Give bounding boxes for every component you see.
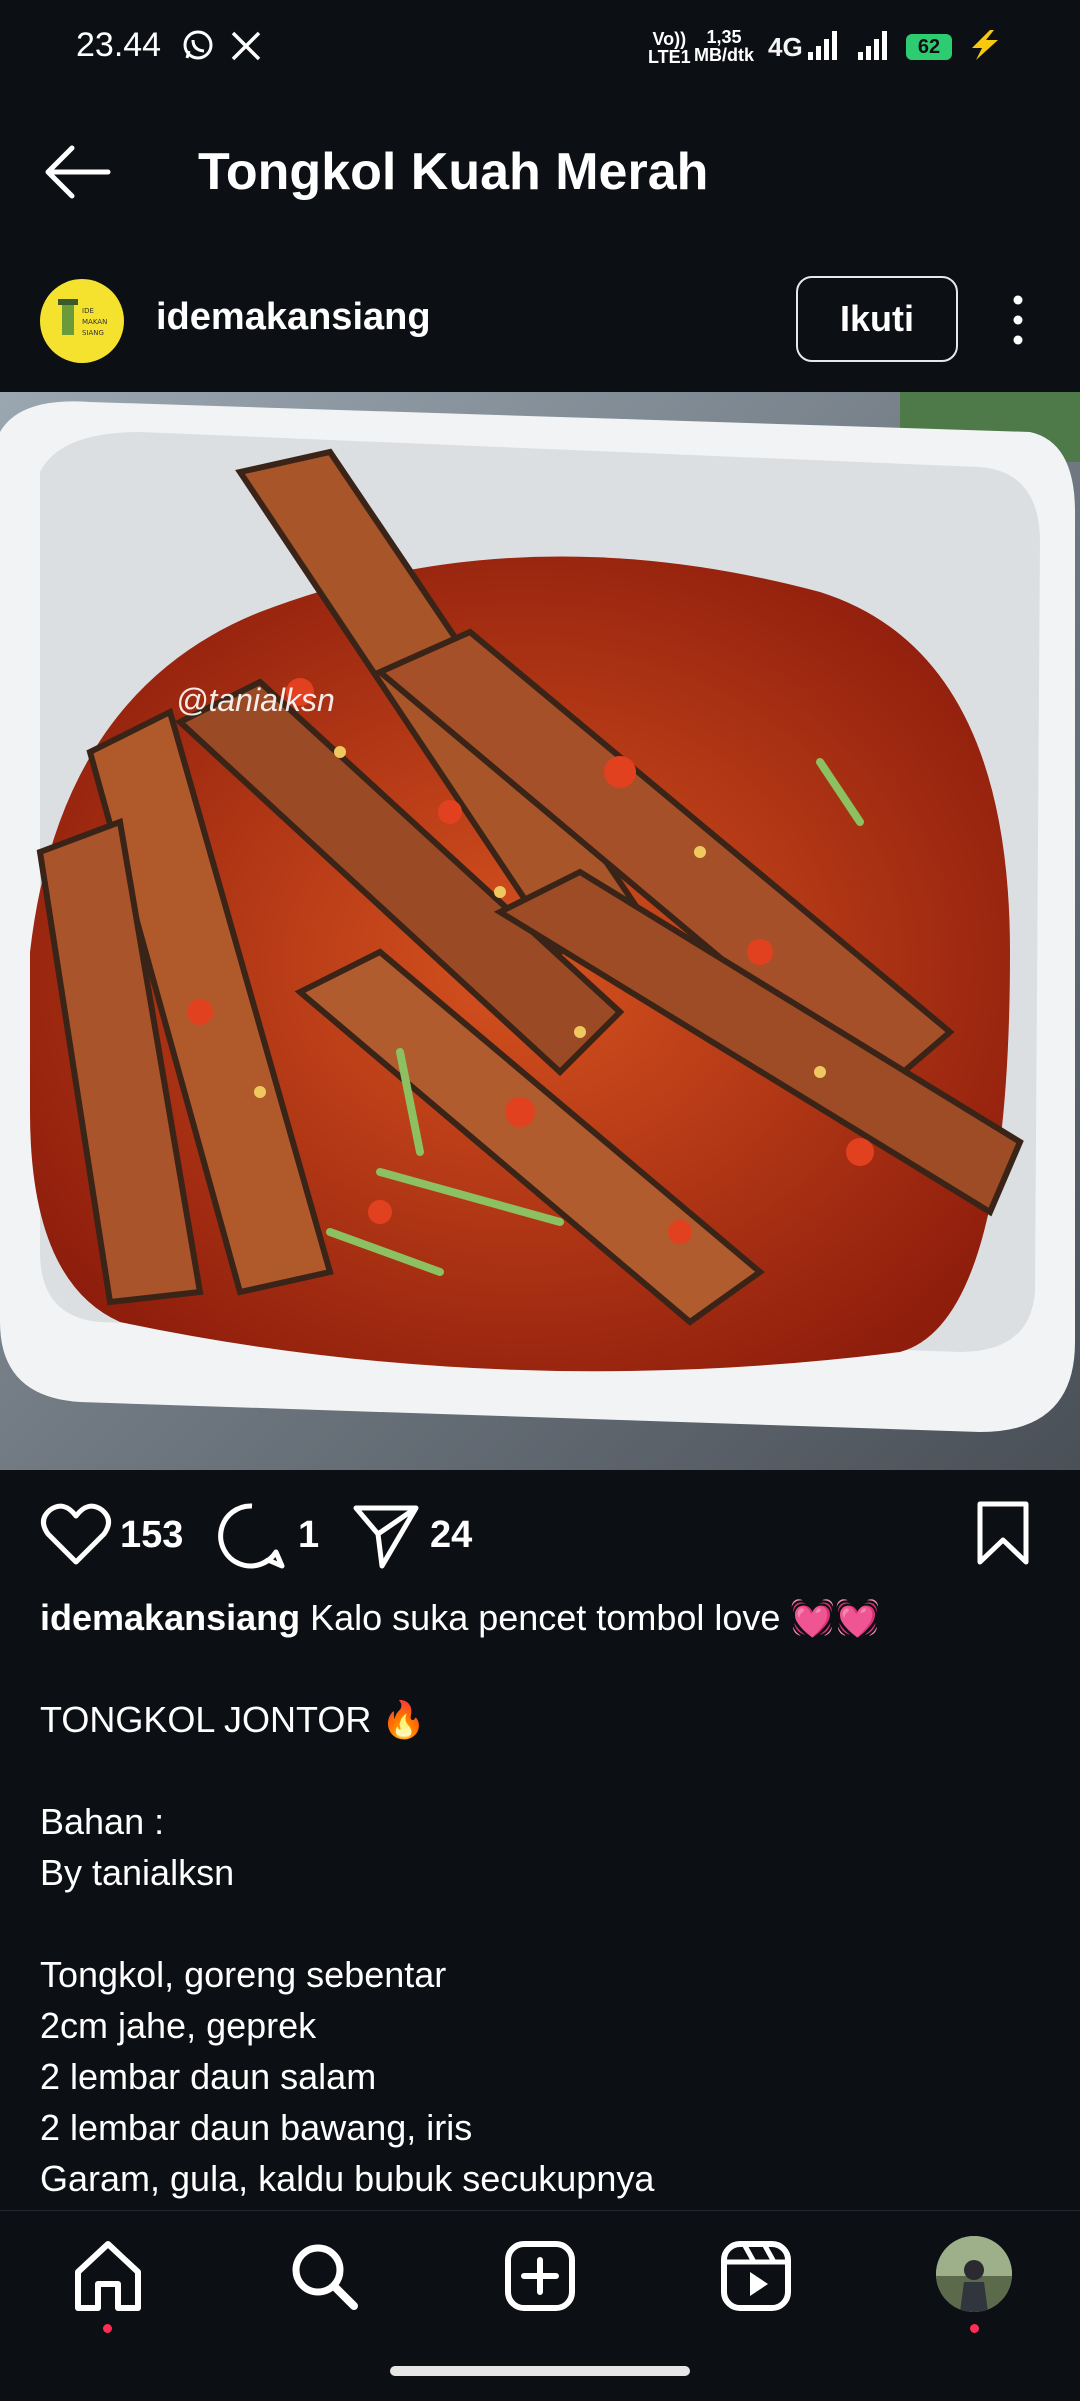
page-title: Tongkol Kuah Merah — [198, 143, 709, 201]
like-heart-icon[interactable] — [40, 1502, 112, 1568]
avatar-logo-text-3: SIANG — [82, 329, 104, 337]
more-options-icon[interactable] — [1000, 290, 1036, 350]
home-icon[interactable] — [68, 2236, 148, 2316]
image-watermark: @tanialksn — [176, 682, 335, 718]
post-caption: idemakansiang Kalo suka pencet tombol lo… — [40, 1592, 1040, 2204]
comment-icon[interactable] — [218, 1502, 286, 1570]
charging-icon — [972, 30, 998, 60]
network-speed: 1,35 MB/dtk — [694, 27, 754, 65]
x-twitter-icon — [231, 31, 261, 61]
profile-notification-dot — [970, 2324, 979, 2333]
home-notification-dot — [103, 2324, 112, 2333]
like-count[interactable]: 153 — [120, 1514, 183, 1557]
author-avatar[interactable]: IDE MAKAN SIANG — [40, 279, 124, 363]
search-icon[interactable] — [284, 2236, 364, 2316]
caption-line: By tanialksn — [40, 1852, 235, 1893]
caption-line — [40, 1643, 1040, 1694]
back-arrow-icon[interactable] — [40, 140, 120, 204]
caption-line: TONGKOL JONTOR 🔥 — [40, 1699, 427, 1740]
status-time: 23.44 — [76, 26, 162, 64]
comment-count[interactable]: 1 — [298, 1514, 319, 1557]
caption-line: Tongkol, goreng sebentar — [40, 1954, 447, 1995]
caption-text: Kalo suka pencet tombol love 💓💓 — [300, 1597, 881, 1638]
share-send-icon[interactable] — [352, 1502, 420, 1570]
caption-line: 2 lembar daun bawang, iris — [40, 2107, 473, 2148]
network-type: 4G — [768, 32, 803, 62]
volte-indicator: Vo)) LTE1 — [648, 29, 691, 67]
caption-username[interactable]: idemakansiang — [40, 1597, 300, 1638]
caption-line: Bahan : — [40, 1801, 165, 1842]
author-username[interactable]: idemakansiang — [156, 296, 431, 339]
avatar-logo-text-1: IDE — [82, 307, 94, 315]
reels-icon[interactable] — [716, 2236, 796, 2316]
caption-line: Garam, gula, kaldu bubuk secukupnya — [40, 2158, 655, 2199]
signal-icon-2 — [858, 31, 887, 60]
post-image[interactable]: @tanialksn — [0, 392, 1080, 1470]
follow-button[interactable]: Ikuti — [796, 276, 958, 362]
caption-line: 2cm jahe, geprek — [40, 2005, 317, 2046]
caption-line: 2 lembar daun salam — [40, 2056, 377, 2097]
caption-line — [40, 1745, 1040, 1796]
caption-line — [40, 1898, 1040, 1949]
caption-first-line: idemakansiang Kalo suka pencet tombol lo… — [40, 1592, 1040, 1643]
signal-icon — [808, 31, 837, 60]
food-photo — [0, 392, 1080, 1470]
profile-avatar[interactable] — [936, 2236, 1012, 2312]
share-count[interactable]: 24 — [430, 1514, 472, 1557]
whatsapp-icon — [183, 30, 213, 60]
bookmark-icon[interactable] — [976, 1500, 1030, 1566]
battery-indicator: 62 — [906, 34, 952, 60]
status-bar: 23.44 Vo)) LTE1 1,35 MB/dtk 4G 62 — [0, 0, 1080, 95]
create-post-icon[interactable] — [500, 2236, 580, 2316]
home-indicator[interactable] — [390, 2366, 690, 2376]
avatar-logo-text-2: MAKAN — [82, 318, 107, 326]
